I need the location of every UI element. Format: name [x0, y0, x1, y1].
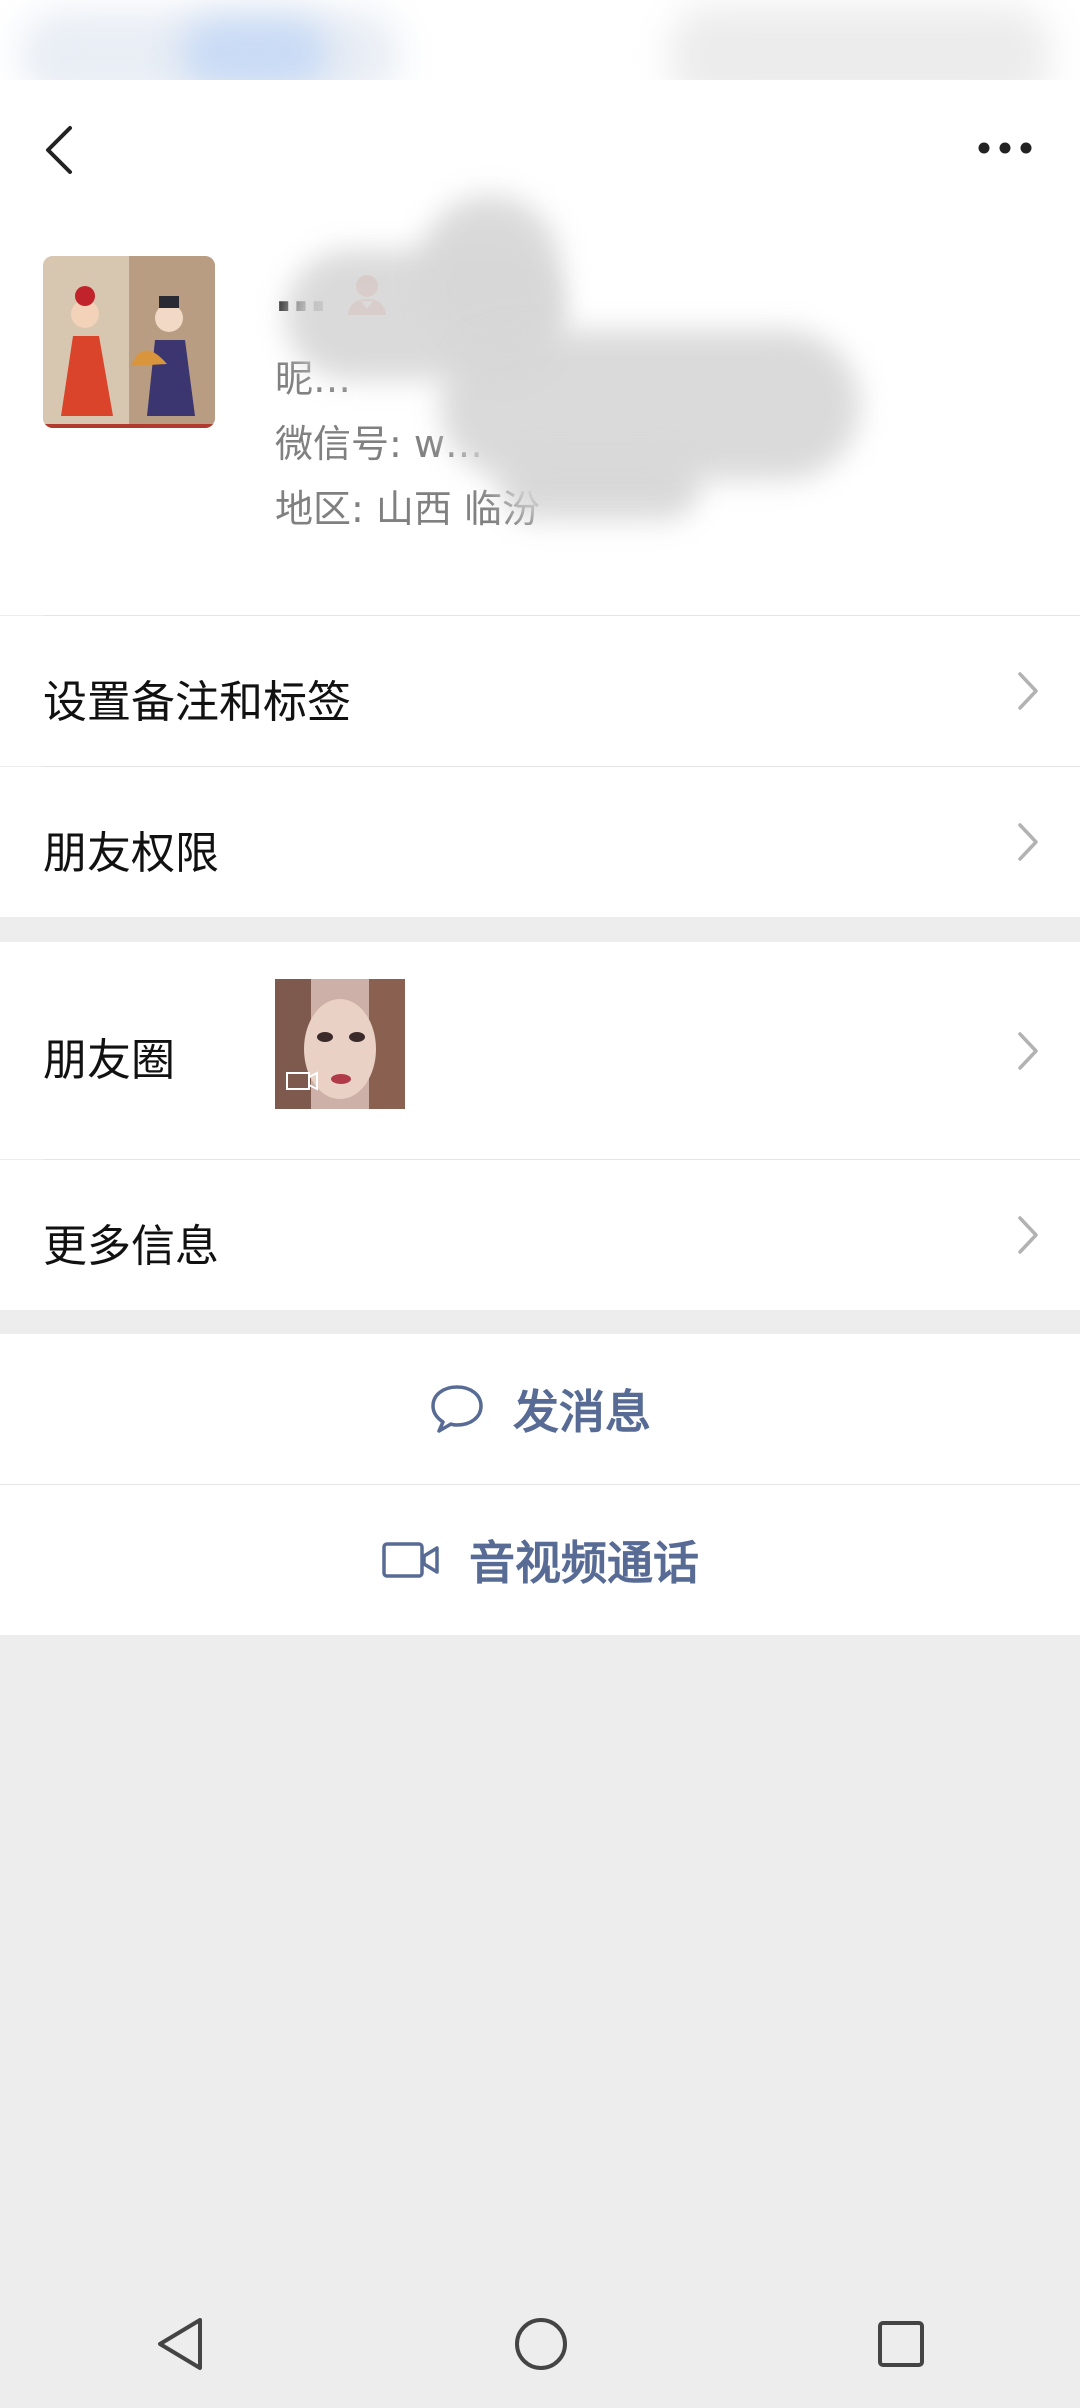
- more-horizontal-icon: [978, 142, 1032, 154]
- privacy-blur: [500, 450, 700, 520]
- system-nav-bar: [0, 2280, 1080, 2408]
- avatar[interactable]: [43, 256, 215, 428]
- remark-tags-label: 设置备注和标签: [43, 677, 351, 728]
- friend-permissions-row[interactable]: 朋友权限: [0, 767, 1080, 917]
- chevron-right-icon: [1018, 1216, 1038, 1254]
- back-arrow-icon: [46, 126, 72, 174]
- send-message-label: 发消息: [513, 1385, 651, 1439]
- more-info-row[interactable]: 更多信息: [0, 1160, 1080, 1310]
- nav-home-icon[interactable]: [513, 2316, 569, 2372]
- send-message-button[interactable]: 发消息: [0, 1334, 1080, 1484]
- nav-back-icon[interactable]: [154, 2316, 206, 2372]
- chevron-right-icon: [1018, 823, 1038, 861]
- nav-recents-icon[interactable]: [876, 2319, 926, 2369]
- av-call-label: 音视频通话: [469, 1536, 699, 1590]
- more-info-label: 更多信息: [43, 1221, 219, 1272]
- av-call-button[interactable]: 音视频通话: [0, 1485, 1080, 1635]
- back-button[interactable]: [28, 110, 88, 190]
- video-camera-icon: [382, 1542, 439, 1578]
- more-options-button[interactable]: [960, 118, 1050, 178]
- moments-thumbnail[interactable]: [275, 979, 405, 1109]
- moments-label: 朋友圈: [43, 1035, 175, 1086]
- chat-bubble-icon: [431, 1385, 483, 1433]
- top-nav: [0, 80, 1080, 220]
- friend-permissions-label: 朋友权限: [43, 828, 219, 879]
- chevron-right-icon: [1018, 1032, 1038, 1070]
- avatar-image: [43, 256, 215, 428]
- moments-row[interactable]: 朋友圈: [0, 942, 1080, 1159]
- moments-thumbnail-image: [275, 979, 405, 1109]
- chevron-right-icon: [1018, 672, 1038, 710]
- remark-tags-row[interactable]: 设置备注和标签: [0, 616, 1080, 766]
